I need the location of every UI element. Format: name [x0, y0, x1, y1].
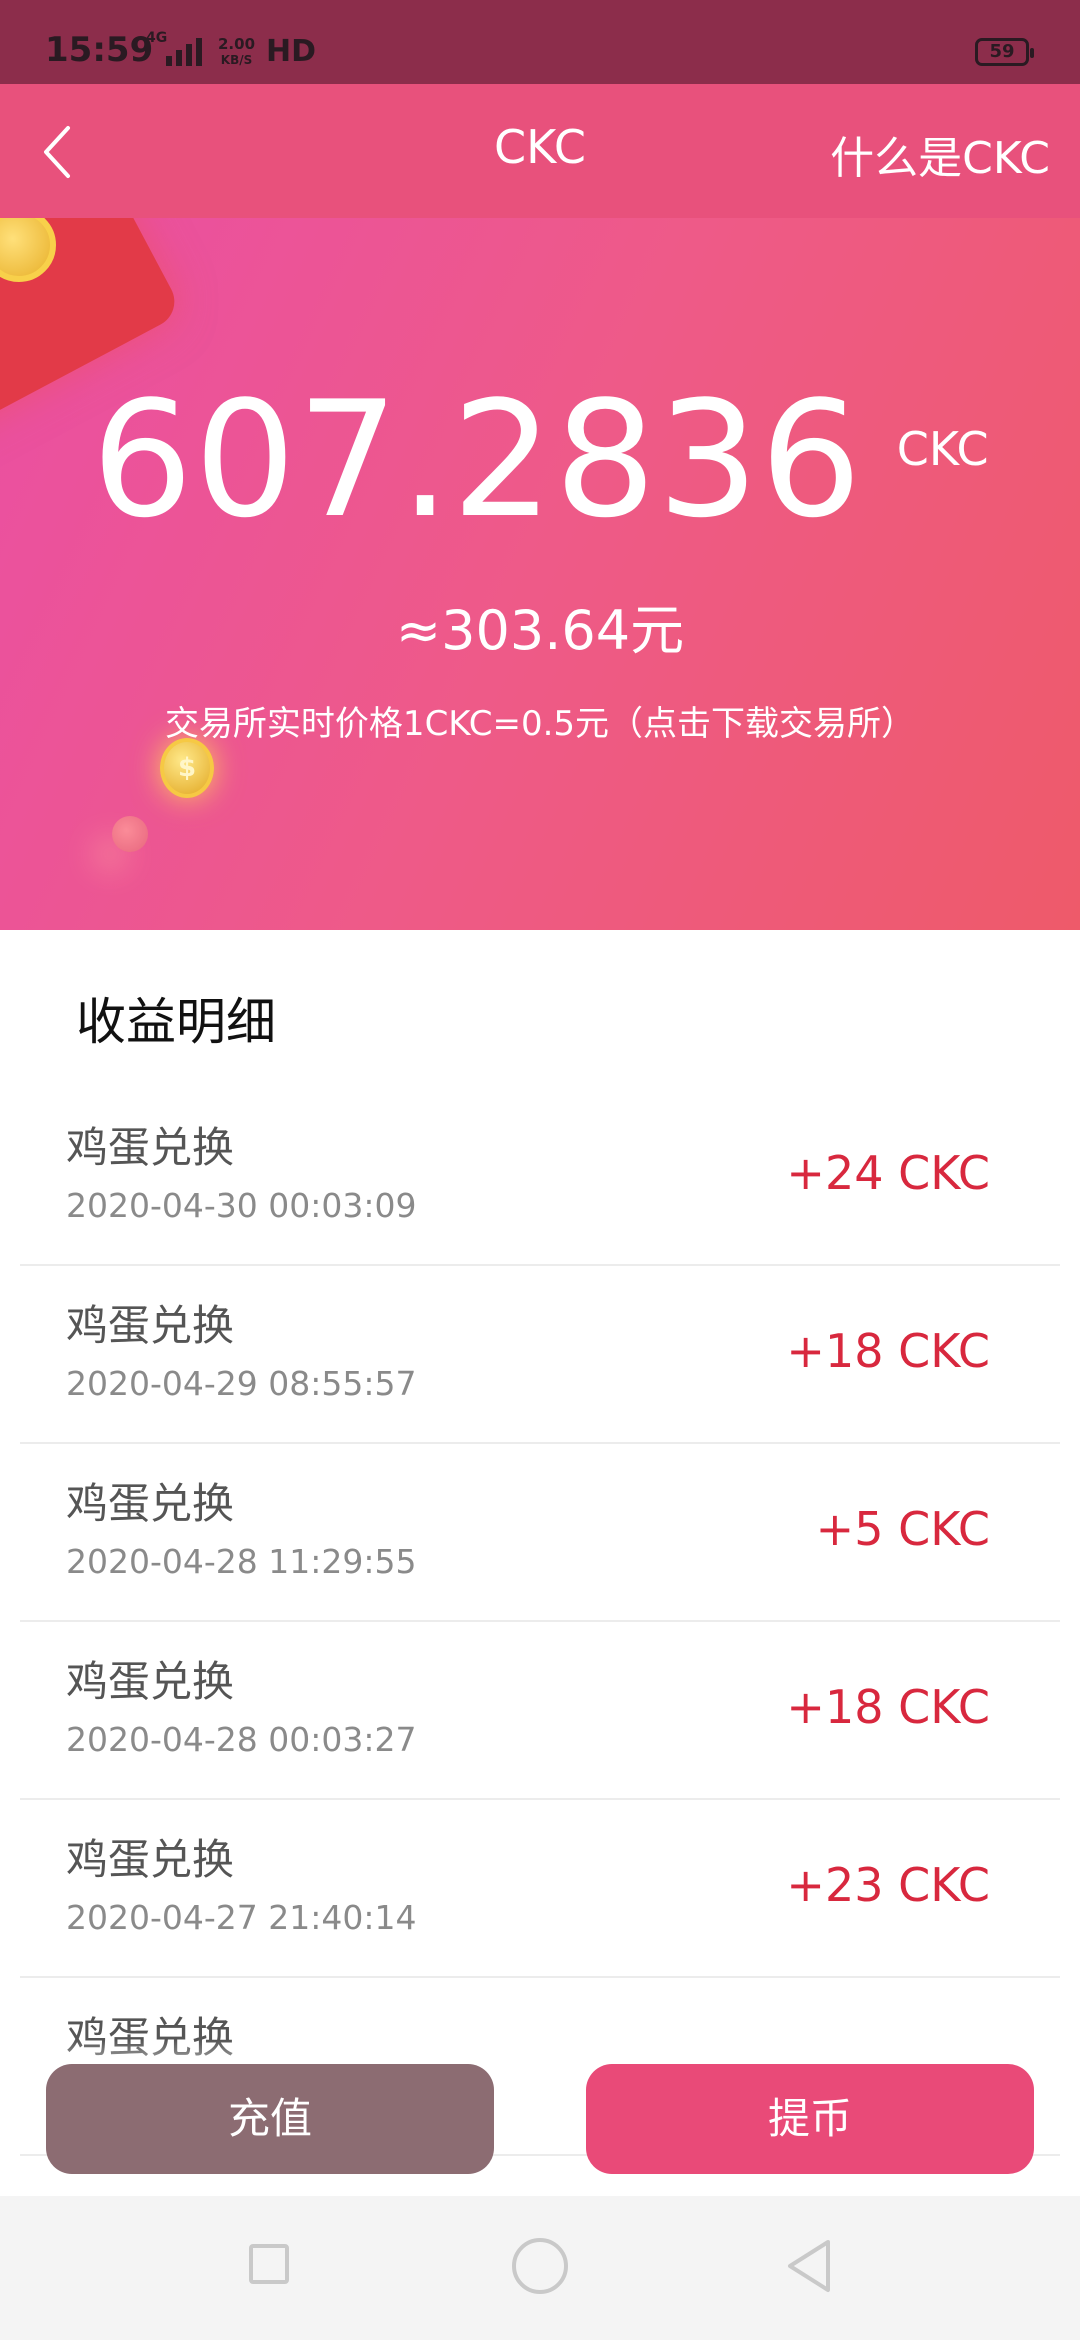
what-is-ckc-link[interactable]: 什么是CKC: [830, 122, 1050, 186]
transaction-title: 鸡蛋兑换: [66, 1479, 235, 1528]
square-icon[interactable]: [249, 2244, 289, 2284]
speed-value: 2.00: [218, 35, 256, 53]
battery-icon: 59: [975, 38, 1034, 66]
list-item[interactable]: 鸡蛋兑换 2020-04-30 00:03:09 +24 CKC: [20, 1088, 1060, 1266]
transaction-time: 2020-04-28 00:03:27: [66, 1720, 417, 1759]
speed-unit: KB/S: [220, 53, 253, 67]
coin-icon: [112, 816, 148, 852]
network-speed: 2.00 KB/S: [218, 36, 255, 68]
transaction-time: 2020-04-29 08:55:57: [66, 1364, 417, 1403]
recharge-button[interactable]: 充值: [46, 2064, 494, 2174]
balance-value: 607.2836: [91, 366, 863, 553]
coin-icon: $: [160, 738, 214, 798]
list-item[interactable]: 鸡蛋兑换 2020-04-28 00:03:27 +18 CKC: [20, 1622, 1060, 1800]
balance-unit: CKC: [896, 422, 989, 476]
transaction-amount: +18 CKC: [786, 1680, 990, 1734]
signal-icon: [166, 38, 202, 66]
transaction-amount: +18 CKC: [786, 1324, 990, 1378]
withdraw-button[interactable]: 提币: [586, 2064, 1034, 2174]
list-item[interactable]: 鸡蛋兑换 2020-04-29 08:55:57 +18 CKC: [20, 1266, 1060, 1444]
section-title: 收益明细: [76, 993, 276, 1051]
transaction-amount: +5 CKC: [815, 1502, 990, 1556]
list-item[interactable]: 鸡蛋兑换 2020-04-28 11:29:55 +5 CKC: [20, 1444, 1060, 1622]
transaction-time: 2020-04-30 00:03:09: [66, 1186, 417, 1225]
transaction-title: 鸡蛋兑换: [66, 1301, 235, 1350]
status-time: 15:59: [45, 30, 154, 70]
battery-level: 59: [989, 41, 1015, 62]
transaction-title: 鸡蛋兑换: [66, 1835, 235, 1884]
transaction-time: 2020-04-27 21:40:14: [66, 1898, 417, 1937]
transaction-list: 鸡蛋兑换 2020-04-30 00:03:09 +24 CKC 鸡蛋兑换 20…: [20, 1088, 1060, 2156]
balance-cny-value: ≈303.64元: [395, 599, 685, 662]
transaction-time: 2020-04-28 11:29:55: [66, 1542, 417, 1581]
exchange-rate-link[interactable]: 交易所实时价格1CKC=0.5元（点击下载交易所）: [0, 696, 1080, 745]
transaction-amount: +23 CKC: [786, 1858, 990, 1912]
status-bar: 15:59 4G 2.00 KB/S HD 59: [0, 0, 1080, 84]
balance-display: 607.2836 CKC: [0, 366, 1080, 553]
hd-indicator: HD: [266, 34, 317, 69]
triangle-back-icon[interactable]: [784, 2238, 834, 2294]
top-nav-bar: CKC 什么是CKC: [0, 84, 1080, 218]
transaction-title: 鸡蛋兑换: [66, 1657, 235, 1706]
circle-icon[interactable]: [512, 2238, 568, 2294]
transaction-amount: +24 CKC: [786, 1146, 990, 1200]
system-navigation-bar: [0, 2196, 1080, 2340]
balance-hero: $ 607.2836 CKC ≈303.64元 交易所实时价格1CKC=0.5元（…: [0, 218, 1080, 930]
transaction-title: 鸡蛋兑换: [66, 1123, 235, 1172]
list-item[interactable]: 鸡蛋兑换 2020-04-27 21:40:14 +23 CKC: [20, 1800, 1060, 1978]
